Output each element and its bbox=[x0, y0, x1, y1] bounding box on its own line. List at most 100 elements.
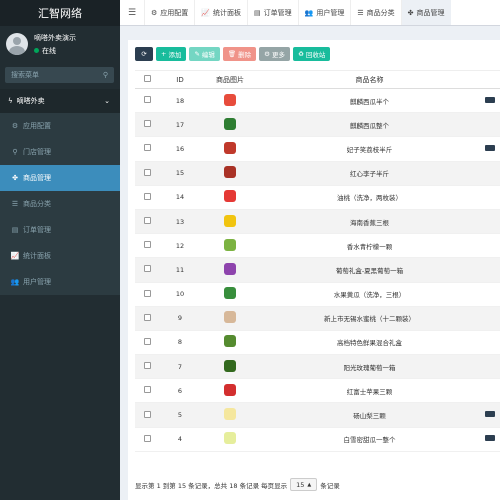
column-header-name[interactable]: 商品名称 bbox=[259, 70, 480, 89]
product-image[interactable] bbox=[224, 359, 236, 372]
product-image[interactable] bbox=[224, 93, 236, 106]
tab-2[interactable]: ▤ 订单管理 bbox=[247, 0, 298, 25]
row-operate-button[interactable] bbox=[485, 96, 495, 103]
row-checkbox[interactable] bbox=[135, 233, 159, 259]
hamburger-menu-icon[interactable]: ☰ bbox=[120, 8, 144, 18]
row-checkbox[interactable] bbox=[135, 306, 159, 331]
sidebar-item-3[interactable]: ☰ 商品分类 bbox=[0, 191, 120, 217]
sidebar-item-5[interactable]: 📈 统计面板 bbox=[0, 243, 120, 269]
table-row[interactable]: 14 油桃（洗净，两枚装） bbox=[135, 185, 500, 210]
sidebar-item-4[interactable]: ▤ 订单管理 bbox=[0, 217, 120, 243]
delete-button[interactable]: 🗑 删除 bbox=[222, 47, 257, 61]
table-row[interactable]: 9 新上市无锡水蜜桃（十二颗装） bbox=[135, 306, 500, 331]
table-row[interactable]: 11 葡萄礼盒-夏黑葡萄一箱 bbox=[135, 257, 500, 283]
row-image[interactable] bbox=[201, 378, 259, 404]
row-image[interactable] bbox=[201, 402, 259, 428]
add-button[interactable]: + 添加 bbox=[156, 47, 187, 61]
tab-0[interactable]: ⚙ 应用配置 bbox=[144, 0, 194, 25]
select-all-checkbox[interactable] bbox=[135, 70, 159, 89]
row-checkbox[interactable] bbox=[135, 354, 159, 380]
brand-logo[interactable]: 汇智网络 bbox=[0, 0, 120, 26]
product-image[interactable] bbox=[224, 408, 236, 421]
row-name: 水果黄瓜（洗净，三根） bbox=[259, 282, 480, 307]
column-header-id[interactable]: ID bbox=[159, 70, 201, 89]
table-row[interactable]: 12 香水青柠檬一颗 bbox=[135, 233, 500, 259]
sidebar-item-6[interactable]: 👥 用户管理 bbox=[0, 269, 120, 295]
product-image[interactable] bbox=[224, 166, 236, 179]
row-image[interactable] bbox=[201, 282, 259, 307]
product-image[interactable] bbox=[224, 214, 236, 227]
sidebar-item-0[interactable]: ⚙ 应用配置 bbox=[0, 113, 120, 139]
row-checkbox[interactable] bbox=[135, 88, 159, 114]
tab-4[interactable]: ☰ 商品分类 bbox=[350, 0, 400, 25]
row-checkbox[interactable] bbox=[135, 136, 159, 162]
table-row[interactable]: 18 麒麟西瓜半个 bbox=[135, 88, 500, 114]
row-checkbox[interactable] bbox=[135, 427, 159, 452]
sidebar-item-2[interactable]: ✤ 商品管理 bbox=[0, 165, 120, 191]
product-image[interactable] bbox=[224, 432, 236, 445]
product-image[interactable] bbox=[224, 190, 236, 203]
pagination-summary: 显示第 1 到第 15 条记录，总共 18 条记录 每页显示 bbox=[135, 481, 288, 490]
table-row[interactable]: 10 水果黄瓜（洗净，三根） bbox=[135, 282, 500, 307]
row-checkbox[interactable] bbox=[135, 185, 159, 210]
product-image[interactable] bbox=[224, 238, 236, 251]
row-image[interactable] bbox=[201, 136, 259, 162]
row-image[interactable] bbox=[201, 112, 259, 138]
menu-search-input[interactable]: 搜索菜单 ⚲ bbox=[5, 67, 114, 83]
row-checkbox[interactable] bbox=[135, 257, 159, 283]
tab-5[interactable]: ✤ 商品管理 bbox=[400, 0, 451, 25]
refresh-button[interactable]: ⟳ bbox=[135, 47, 153, 61]
row-checkbox[interactable] bbox=[135, 378, 159, 404]
table-row[interactable]: 17 麒麟西瓜整个 bbox=[135, 112, 500, 138]
table-row[interactable]: 13 海南香蕉三根 bbox=[135, 209, 500, 235]
product-image[interactable] bbox=[224, 335, 236, 348]
row-image[interactable] bbox=[201, 161, 259, 186]
row-operate-button[interactable] bbox=[485, 144, 495, 151]
row-checkbox[interactable] bbox=[135, 330, 159, 356]
row-operate-button[interactable] bbox=[485, 435, 495, 442]
more-button[interactable]: ⚙ 更多 bbox=[259, 47, 290, 61]
row-image[interactable] bbox=[201, 257, 259, 283]
row-checkbox[interactable] bbox=[135, 282, 159, 307]
product-image[interactable] bbox=[224, 311, 236, 324]
row-checkbox[interactable] bbox=[135, 209, 159, 235]
product-image[interactable] bbox=[224, 141, 236, 154]
search-icon[interactable]: ⚲ bbox=[103, 71, 108, 79]
product-image[interactable] bbox=[224, 117, 236, 130]
row-image[interactable] bbox=[201, 185, 259, 210]
edit-button[interactable]: ✎ 编辑 bbox=[189, 47, 220, 61]
menu-group-label: 嘀嗒外卖 bbox=[16, 97, 45, 105]
table-row[interactable]: 15 红心李子半斤 bbox=[135, 161, 500, 186]
sidebar-item-1[interactable]: ⚲ 门店管理 bbox=[0, 139, 120, 165]
row-image[interactable] bbox=[201, 427, 259, 452]
row-name: 麒麟西瓜整个 bbox=[259, 112, 480, 138]
product-image[interactable] bbox=[224, 262, 236, 275]
row-checkbox[interactable] bbox=[135, 161, 159, 186]
sidebar-menu: ϟ 嘀嗒外卖 ⌄ ⚙ 应用配置 ⚲ 门店管理 ✤ 商品管理 ☰ 商品分类 ▤ 订单管理 📈 统计面板 👥… bbox=[0, 89, 120, 295]
row-image[interactable] bbox=[201, 330, 259, 356]
tab-3[interactable]: 👥 用户管理 bbox=[297, 0, 351, 25]
row-checkbox[interactable] bbox=[135, 402, 159, 428]
table-row[interactable]: 7 阳光玫瑰葡萄一箱 bbox=[135, 354, 500, 380]
row-image[interactable] bbox=[201, 306, 259, 331]
table-row[interactable]: 8 高档特色鲜果混合礼盒 bbox=[135, 330, 500, 356]
table-row[interactable]: 4 白雪密甜瓜一整个 bbox=[135, 427, 500, 452]
table-row[interactable]: 16 妃子笑荔枝半斤 bbox=[135, 136, 500, 162]
row-image[interactable] bbox=[201, 354, 259, 380]
product-image[interactable] bbox=[224, 383, 236, 396]
row-checkbox[interactable] bbox=[135, 112, 159, 138]
row-operate-button[interactable] bbox=[485, 411, 495, 418]
row-image[interactable] bbox=[201, 209, 259, 235]
recycle-bin-button[interactable]: ♻ 回收站 bbox=[293, 47, 331, 61]
table-row[interactable]: 5 砀山梨三颗 bbox=[135, 402, 500, 428]
tab-1[interactable]: 📈 统计面板 bbox=[194, 0, 247, 25]
sidebar-item-label: 商品分类 bbox=[23, 200, 51, 208]
product-image[interactable] bbox=[224, 287, 236, 300]
row-image[interactable] bbox=[201, 233, 259, 259]
page-size-dropdown[interactable]: 15 ▲ bbox=[290, 478, 318, 491]
row-image[interactable] bbox=[201, 88, 259, 114]
menu-group-header[interactable]: ϟ 嘀嗒外卖 ⌄ bbox=[0, 89, 120, 113]
tab-label: 用户管理 bbox=[316, 8, 345, 17]
table-row[interactable]: 6 红富士苹果三颗 bbox=[135, 378, 500, 404]
more-label: 更多 bbox=[272, 51, 285, 59]
